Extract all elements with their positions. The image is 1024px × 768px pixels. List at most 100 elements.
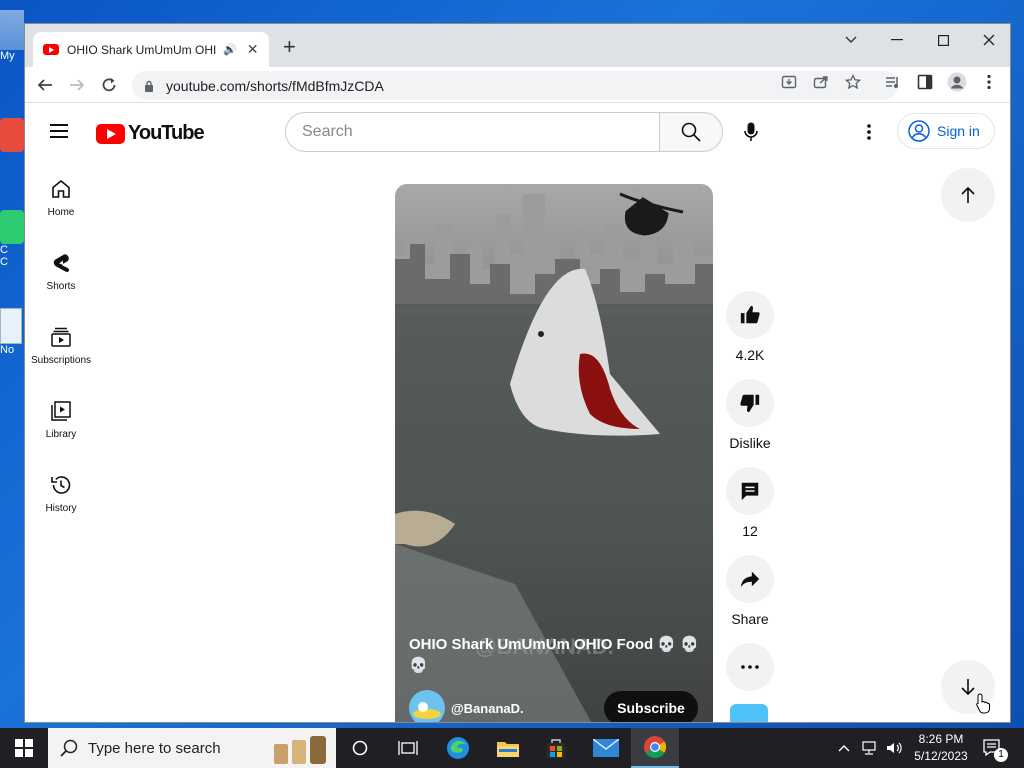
url-text: youtube.com/shorts/fMdBfmJzCDA	[166, 77, 384, 94]
tab-title: OHIO Shark UmUmUm OHIO	[67, 42, 217, 57]
sign-in-button[interactable]: Sign in	[897, 113, 995, 149]
profile-button[interactable]	[947, 72, 967, 92]
previous-short-button[interactable]	[941, 168, 995, 222]
search-button[interactable]	[659, 112, 723, 152]
volume-icon[interactable]	[886, 741, 904, 755]
short-title[interactable]: OHIO Shark UmUmUm OHIO Food 💀 💀 💀	[409, 634, 701, 676]
clock-time: 8:26 PM	[918, 732, 964, 746]
chrome-menu-button[interactable]	[979, 72, 999, 92]
youtube-masthead: YouTube Sign in	[25, 104, 1010, 160]
subscribe-button[interactable]: Subscribe	[604, 691, 698, 722]
dislike-button[interactable]	[726, 379, 774, 427]
taskbar-edge[interactable]	[434, 728, 482, 768]
hamburger-menu-icon[interactable]	[50, 124, 68, 138]
forward-button[interactable]	[65, 73, 89, 97]
comment-count: 12	[742, 523, 758, 539]
install-app-button[interactable]	[779, 72, 799, 92]
voice-search-button[interactable]	[737, 118, 765, 146]
short-video-player[interactable]: @BANANAD. OHIO Shark UmUmUm OHIO Food 💀 …	[395, 184, 713, 722]
comment-icon	[741, 482, 759, 501]
sound-source-avatar[interactable]	[730, 704, 768, 722]
side-panel-icon	[917, 74, 933, 90]
account-circle-icon	[908, 120, 930, 142]
windows-taskbar: Type here to search 8:26 PM 5/12/2023 1	[0, 728, 1024, 768]
guide-item-label: History	[45, 502, 77, 514]
guide-item-library[interactable]: Library	[25, 382, 97, 456]
comments-action: 12	[725, 467, 775, 539]
tab-youtube-short[interactable]: OHIO Shark UmUmUm OHIO 🔊 ✕	[33, 32, 269, 67]
start-button[interactable]	[0, 728, 48, 768]
library-icon	[51, 400, 71, 421]
tab-close-icon[interactable]: ✕	[247, 41, 259, 58]
thumbs-down-icon	[740, 394, 760, 413]
desktop-icon-label: C	[0, 244, 8, 256]
lock-icon[interactable]	[144, 80, 154, 92]
guide-item-subscriptions[interactable]: Subscriptions	[25, 308, 97, 382]
bookmark-button[interactable]	[843, 72, 863, 92]
reload-button[interactable]	[97, 73, 121, 97]
windows-logo-icon	[15, 739, 33, 757]
minimize-button[interactable]	[874, 24, 920, 56]
maximize-button[interactable]	[920, 24, 966, 56]
notification-badge: 1	[994, 748, 1008, 762]
taskbar-file-explorer[interactable]	[484, 728, 532, 768]
network-icon[interactable]	[862, 741, 880, 755]
share-page-button[interactable]	[811, 72, 831, 92]
search-input[interactable]	[285, 112, 659, 152]
share-icon	[813, 76, 828, 89]
taskbar-search-box[interactable]: Type here to search	[48, 728, 336, 768]
channel-link[interactable]: @BananaD.	[409, 690, 524, 722]
thumbs-up-icon	[740, 305, 760, 324]
browser-toolbar: youtube.com/shorts/fMdBfmJzCDA	[25, 67, 1010, 103]
close-icon	[983, 34, 995, 46]
like-button[interactable]	[726, 291, 774, 339]
cortana-button[interactable]	[336, 728, 384, 768]
chevron-down-icon	[845, 36, 857, 43]
chevron-up-icon[interactable]	[838, 744, 850, 752]
computer-icon	[0, 10, 24, 50]
comments-button[interactable]	[726, 467, 774, 515]
new-tab-button[interactable]: +	[283, 36, 296, 58]
desktop-icon-notepad[interactable]: No	[0, 308, 24, 356]
more-action	[725, 643, 775, 691]
taskbar-clock[interactable]: 8:26 PM 5/12/2023	[905, 731, 977, 765]
channel-name[interactable]: @BananaD.	[451, 701, 524, 716]
desktop-icon-my-computer[interactable]: My	[0, 10, 24, 62]
chrome-icon	[644, 736, 666, 758]
youtube-page: YouTube Sign in Home	[25, 104, 1010, 722]
side-panel-button[interactable]	[915, 72, 935, 92]
share-action: Share	[725, 555, 775, 627]
desktop-icon-app-1[interactable]	[0, 118, 24, 152]
desktop-icon-label: C	[0, 256, 8, 268]
taskbar-chrome[interactable]	[631, 728, 679, 768]
dislike-action: Dislike	[725, 379, 775, 451]
guide-item-label: Subscriptions	[30, 354, 92, 366]
app-icon	[0, 210, 24, 244]
action-center-button[interactable]: 1	[982, 728, 1008, 768]
reload-icon	[102, 78, 116, 92]
channel-avatar[interactable]	[409, 690, 445, 722]
mail-icon	[593, 739, 619, 757]
audio-playing-icon[interactable]: 🔊	[223, 43, 237, 56]
task-view-button[interactable]	[384, 728, 432, 768]
tab-search-button[interactable]	[828, 24, 874, 56]
taskbar-mail[interactable]	[582, 728, 630, 768]
close-window-button[interactable]	[966, 24, 1010, 56]
taskbar-store[interactable]	[532, 728, 580, 768]
share-arrow-icon	[740, 571, 760, 588]
youtube-logo[interactable]: YouTube	[96, 122, 205, 145]
maximize-icon	[937, 34, 949, 46]
search-icon	[681, 122, 701, 142]
search-box	[285, 112, 723, 152]
share-button[interactable]	[726, 555, 774, 603]
guide-item-shorts[interactable]: Shorts	[25, 234, 97, 308]
guide-item-home[interactable]: Home	[25, 160, 97, 234]
back-button[interactable]	[33, 73, 57, 97]
media-control-button[interactable]	[883, 72, 903, 92]
desktop-icon-label: My	[0, 50, 15, 62]
dislike-label: Dislike	[729, 435, 771, 451]
settings-menu-button[interactable]	[857, 120, 881, 144]
desktop-icon-app-2[interactable]: C C	[0, 210, 24, 268]
more-options-button[interactable]	[726, 643, 774, 691]
guide-item-history[interactable]: History	[25, 456, 97, 530]
